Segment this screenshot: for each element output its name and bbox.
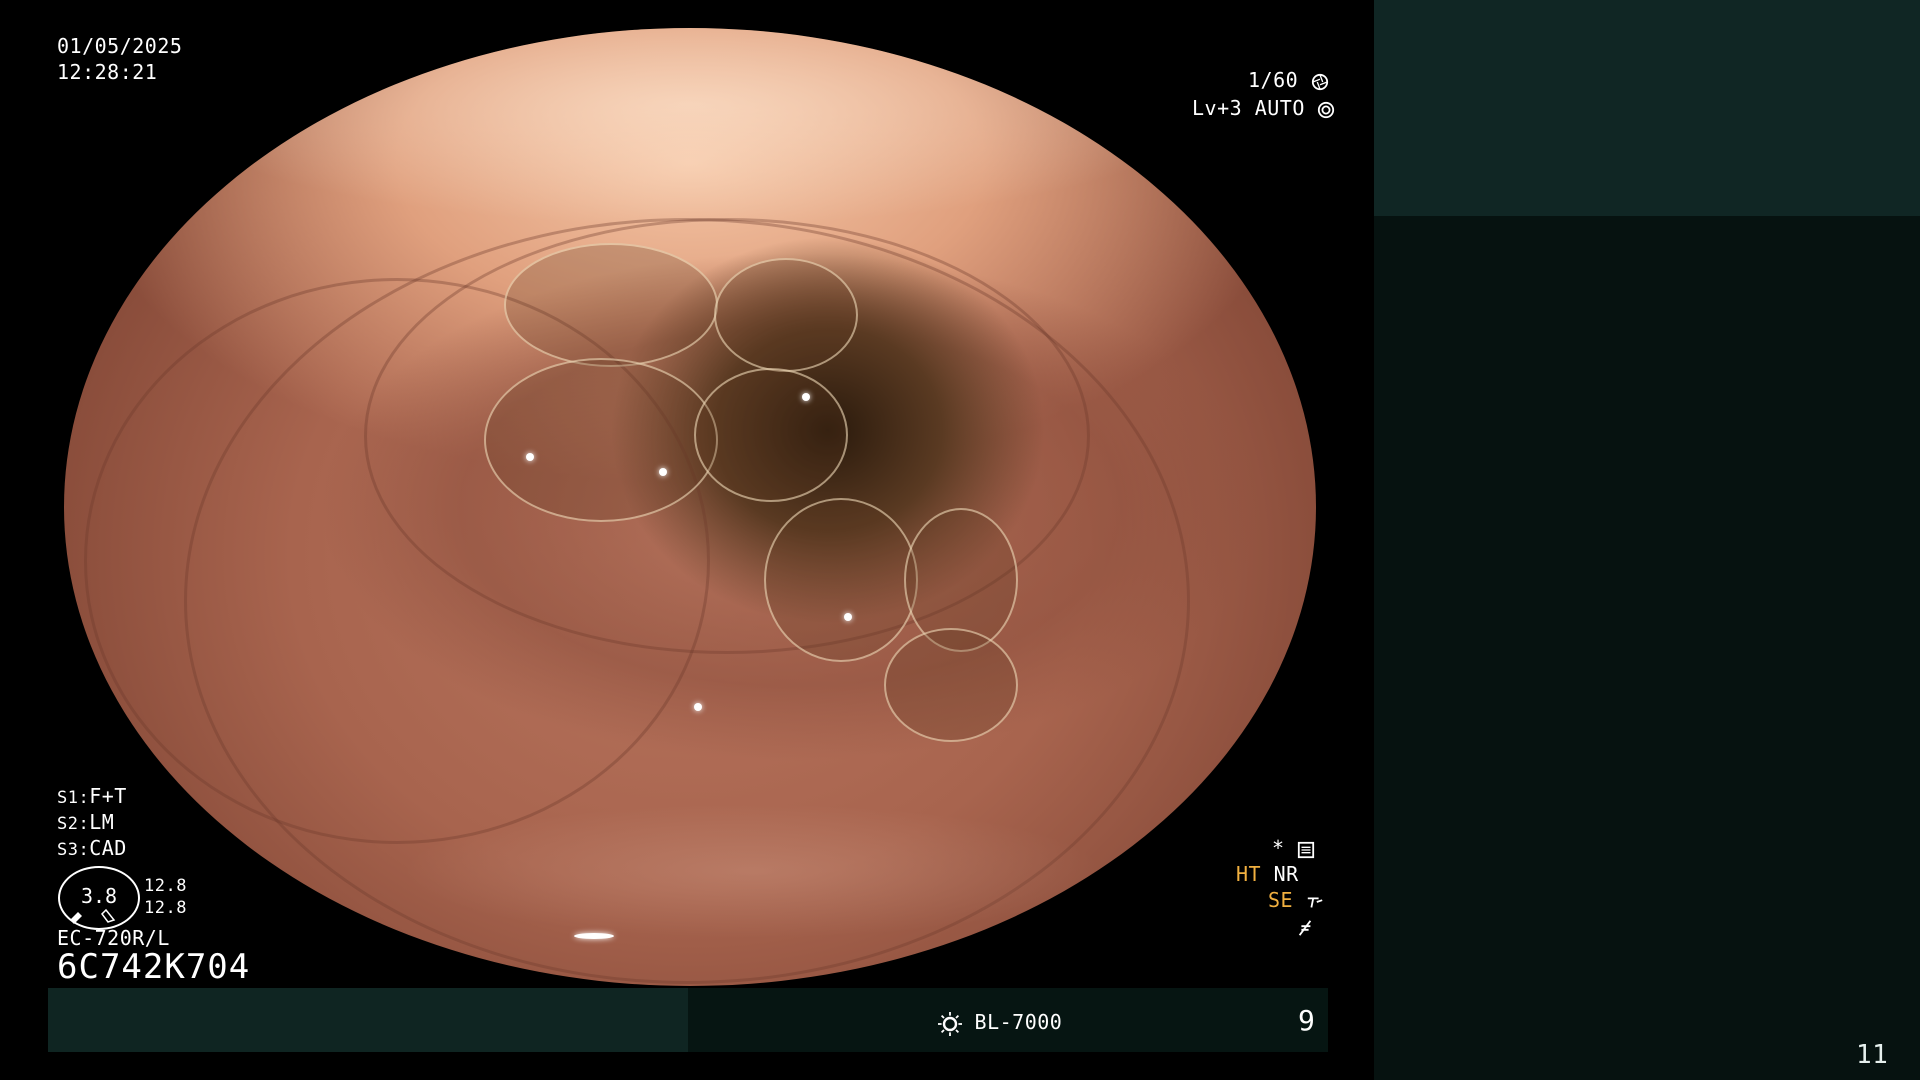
gauge-markers-icon	[70, 908, 116, 924]
specular-highlight	[694, 703, 702, 711]
shutter-icon	[1311, 73, 1328, 90]
bubble	[884, 628, 1018, 742]
bubble	[764, 498, 918, 662]
bubble	[904, 508, 1018, 652]
gauge-top-right: 12.8	[144, 876, 187, 896]
specular-highlight	[659, 468, 667, 476]
endoscopic-image	[64, 28, 1316, 986]
side-panel-top	[1374, 0, 1920, 216]
scope-serial: 6C742K704	[57, 947, 251, 987]
level-readout: Lv+3 AUTO	[1192, 96, 1335, 120]
info-bar-right: BL-7000 9	[688, 988, 1328, 1052]
ht-mode: HT	[1236, 862, 1262, 886]
enhancement-modes: HT NR	[1236, 862, 1299, 886]
brightness-level: Lv+3	[1192, 96, 1243, 120]
menu-indicator: *	[1272, 836, 1315, 860]
star-mark: *	[1272, 836, 1285, 860]
shutter-readout: 1/60	[1248, 68, 1329, 92]
switch-2-label: S2:	[57, 814, 90, 834]
endoscope-monitor: 01/05/2025 12:28:21 1/60 Lv+3 AUTO S1:F+…	[0, 0, 1374, 1080]
info-bar-left	[48, 988, 688, 1052]
specular-highlight	[1114, 868, 1140, 876]
light-source-icon	[938, 1011, 962, 1036]
gauge-bottom-right: 12.8	[144, 898, 187, 918]
switch-1-label: S1:	[57, 788, 90, 808]
switch-3: S3:CAD	[57, 836, 127, 862]
bubble	[694, 368, 848, 502]
specular-highlight	[574, 933, 614, 939]
switch-3-value: CAD	[89, 836, 127, 860]
slide-number: 11	[1856, 1040, 1889, 1070]
switch-3-label: S3:	[57, 840, 90, 860]
light-source: BL-7000	[938, 1010, 1062, 1036]
side-panel-bottom: 11	[1374, 216, 1920, 1080]
focus-indicator	[1296, 914, 1314, 938]
iris-icon	[1318, 101, 1335, 118]
iris-mode: AUTO	[1254, 96, 1305, 120]
mucosal-fold	[84, 278, 710, 844]
zoom-gauge: 3.8	[58, 866, 140, 930]
gauge-value: 3.8	[80, 884, 118, 908]
light-source-model: BL-7000	[974, 1010, 1063, 1034]
time: 12:28:21	[57, 60, 158, 84]
bubble	[484, 358, 718, 522]
switch-2-value: LM	[89, 810, 115, 834]
switch-2: S2:LM	[57, 810, 114, 836]
bubble	[504, 243, 718, 367]
gear-menu-icon	[1297, 841, 1315, 858]
specular-highlight	[844, 613, 852, 621]
mucosal-fold	[364, 218, 1090, 654]
switch-1-value: F+T	[89, 784, 127, 808]
frame-number: 9	[1298, 1004, 1316, 1037]
se-mode: SE	[1268, 888, 1294, 912]
specular-highlight	[802, 393, 810, 401]
structure-enhance: SE	[1268, 888, 1324, 912]
mucosal-fold	[184, 218, 1190, 984]
specular-highlight	[526, 453, 534, 461]
nr-mode: NR	[1273, 862, 1299, 886]
bubble	[714, 258, 858, 372]
date: 01/05/2025	[57, 34, 183, 58]
shutter-speed: 1/60	[1248, 68, 1299, 92]
structure-enhance-icon	[1307, 897, 1323, 908]
switch-1: S1:F+T	[57, 784, 127, 810]
focus-icon	[1298, 919, 1312, 936]
